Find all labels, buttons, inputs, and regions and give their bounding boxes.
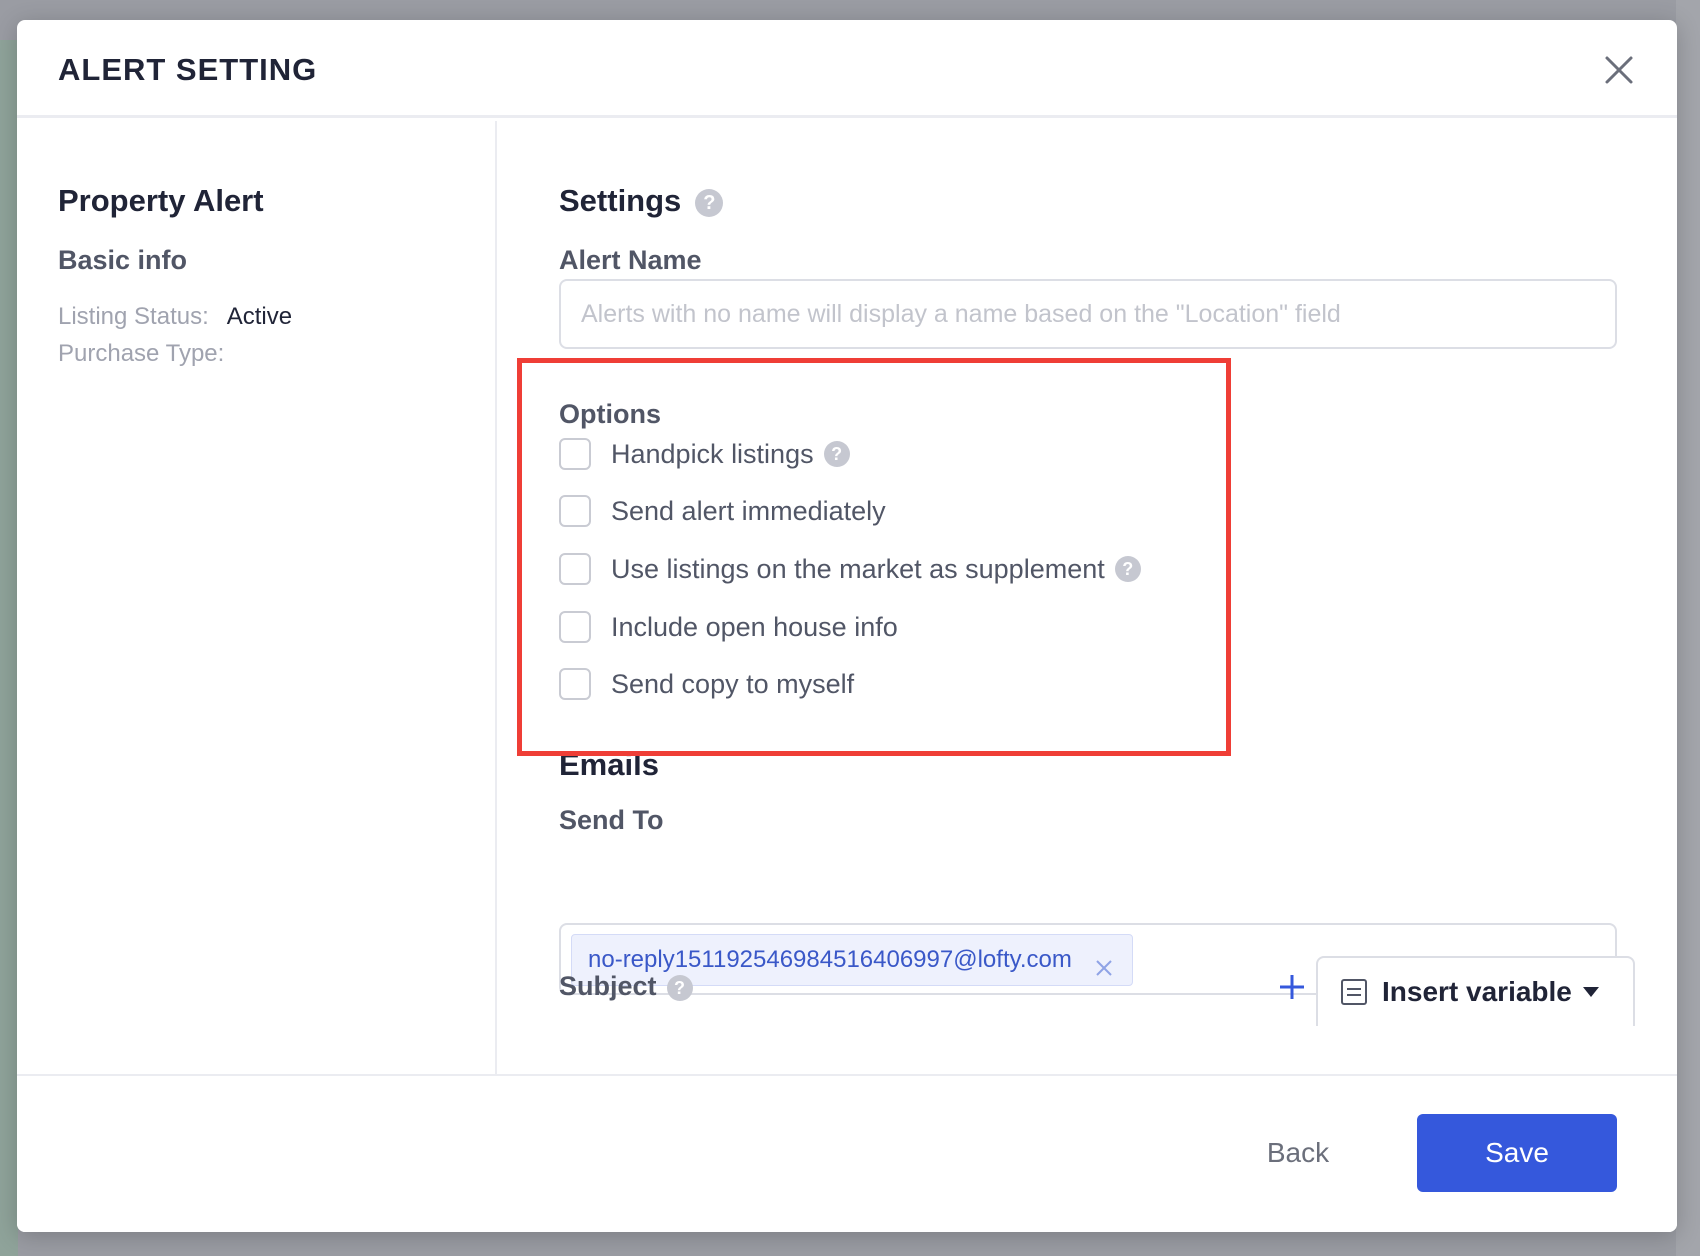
- save-button[interactable]: Save: [1417, 1114, 1617, 1192]
- plus-icon[interactable]: [1277, 972, 1307, 1002]
- alert-name-label: Alert Name: [559, 245, 702, 275]
- subject-help-icon[interactable]: ?: [666, 974, 693, 1001]
- modal-footer: Back Save: [17, 1074, 1677, 1232]
- insert-variable-label: Insert variable: [1382, 976, 1572, 1007]
- send-to-label: Send To: [559, 805, 664, 835]
- settings-title: Settings?: [559, 183, 724, 219]
- purchase-type-label: Purchase Type:: [58, 340, 225, 367]
- email-tag-text: no-reply151192546984516406997@lofty.com: [588, 946, 1072, 973]
- modal-title: ALERT SETTING: [58, 52, 318, 87]
- close-icon[interactable]: [1599, 50, 1639, 90]
- subject-label: Subject?: [559, 971, 693, 1002]
- background-panel: [1676, 0, 1700, 1256]
- settings-help-icon[interactable]: ?: [695, 188, 724, 217]
- modal-header: ALERT SETTING: [17, 20, 1677, 118]
- back-button[interactable]: Back: [1223, 1114, 1373, 1192]
- subject-label-text: Subject: [559, 971, 657, 1001]
- settings-title-text: Settings: [559, 183, 682, 218]
- options-highlight-box: [517, 358, 1231, 756]
- listing-status-value: Active: [226, 303, 293, 330]
- background-map: [0, 40, 18, 1256]
- alert-name-input[interactable]: [559, 279, 1617, 349]
- insert-variable-button[interactable]: Insert variable: [1316, 956, 1635, 1026]
- basic-info-panel: Property Alert Basic info Listing Status…: [17, 121, 497, 1074]
- caret-down-icon: [1582, 987, 1599, 997]
- document-icon: [1341, 979, 1367, 1005]
- listing-status-row: Listing Status: Active: [58, 303, 292, 331]
- basic-info-heading: Basic info: [58, 245, 188, 275]
- purchase-type-row: Purchase Type:: [58, 340, 242, 368]
- remove-tag-icon[interactable]: [1092, 948, 1116, 976]
- property-alert-title: Property Alert: [58, 183, 264, 218]
- listing-status-label: Listing Status:: [58, 303, 209, 330]
